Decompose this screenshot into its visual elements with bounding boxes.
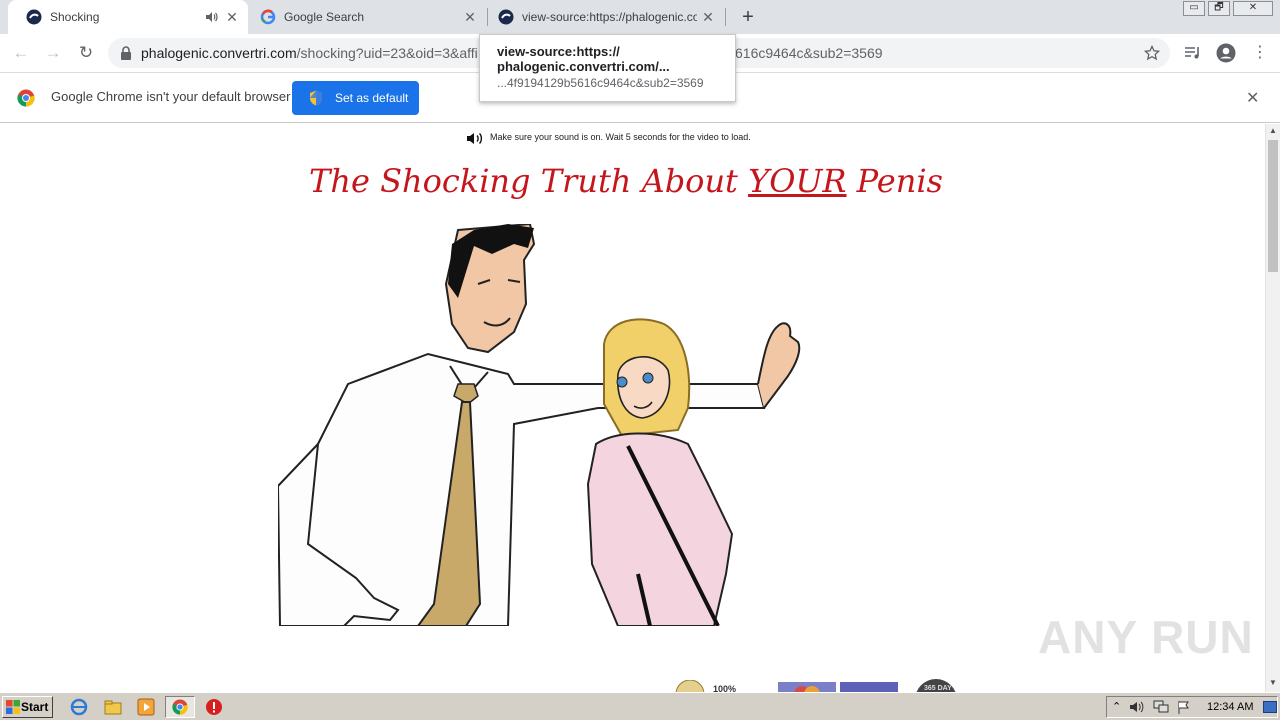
volume-icon[interactable] (1129, 700, 1145, 714)
site-favicon-icon (498, 9, 514, 25)
audio-playing-icon[interactable] (204, 10, 218, 24)
tooltip-line-3: ...4f9194129b5616c9464c&sub2=3569 (497, 76, 704, 90)
woman-figure (586, 318, 734, 626)
scroll-down-arrow-icon[interactable]: ▼ (1269, 678, 1277, 687)
media-control-icon[interactable] (1184, 45, 1202, 61)
page-scrollbar[interactable]: ▲ ▼ (1265, 124, 1280, 692)
guarantee-seal-icon (675, 680, 705, 692)
file-explorer-icon[interactable] (104, 698, 122, 716)
site-favicon-icon (26, 9, 42, 25)
tab-hover-tooltip: view-source:https:// phalogenic.convertr… (479, 34, 736, 102)
tab-title: view-source:https://phalogenic.conv (522, 10, 697, 24)
tab-shocking[interactable]: Shocking ✕ (8, 0, 248, 34)
forward-arrow-icon[interactable]: → (42, 42, 64, 64)
headline-end: Penis (846, 162, 943, 200)
tab-title: Google Search (284, 10, 365, 24)
internet-explorer-icon[interactable] (70, 698, 88, 716)
infobar-message: Google Chrome isn't your default browser (51, 89, 291, 104)
set-as-default-button[interactable]: Set as default (292, 81, 419, 115)
close-window-button[interactable]: ✕ (1233, 1, 1273, 16)
tab-view-source[interactable]: view-source:https://phalogenic.conv ✕ (488, 0, 724, 34)
tab-close-icon[interactable]: ✕ (224, 9, 240, 25)
action-center-flag-icon[interactable] (1177, 700, 1191, 714)
lock-icon[interactable] (120, 46, 132, 60)
tab-close-icon[interactable]: ✕ (700, 9, 716, 25)
windows-logo-icon (6, 700, 20, 714)
windows-taskbar: Start ⌃ 12:34 AM (0, 692, 1280, 720)
money-back-text: 365 DAY (924, 685, 952, 692)
restore-button[interactable]: 🗗 (1208, 1, 1230, 16)
set-as-default-label: Set as default (335, 91, 409, 105)
url-text: phalogenic.convertri.com/shocking?uid=23… (141, 45, 478, 61)
media-player-icon[interactable] (137, 698, 155, 716)
menu-dots-icon[interactable]: ⋮ (1249, 42, 1271, 64)
url-tail: 616c9464c&sub2=3569 (735, 45, 883, 61)
tray-expand-icon[interactable]: ⌃ (1112, 700, 1121, 713)
new-tab-button[interactable]: + (738, 7, 758, 27)
tab-strip: Shocking ✕ Google Search ✕ view-source:h… (0, 0, 1280, 34)
chrome-logo-icon (17, 89, 35, 107)
chrome-taskbar-button[interactable] (165, 696, 195, 718)
guarantee-text: 100% (713, 684, 737, 692)
show-desktop-icon[interactable] (1263, 701, 1277, 713)
system-tray: ⌃ 12:34 AM (1106, 696, 1278, 718)
tab-close-icon[interactable]: ✕ (462, 9, 478, 25)
start-button[interactable]: Start (2, 696, 53, 718)
tab-separator (725, 8, 726, 26)
tooltip-line-1: view-source:https:// (497, 44, 620, 59)
tab-google-search[interactable]: Google Search ✕ (250, 0, 486, 34)
scroll-up-arrow-icon[interactable]: ▲ (1269, 126, 1277, 135)
headline-emphasis: YOUR (748, 162, 847, 200)
scroll-thumb[interactable] (1268, 140, 1278, 272)
infobar-close-icon[interactable]: ✕ (1246, 88, 1259, 108)
web-page: Make sure your sound is on. Wait 5 secon… (0, 124, 1265, 692)
clock[interactable]: 12:34 AM (1207, 701, 1253, 713)
headline-start: The Shocking Truth About (309, 162, 749, 200)
url-host: phalogenic.convertri.com (141, 45, 297, 61)
anyrun-watermark: ANY RUN (1038, 611, 1254, 663)
back-arrow-icon[interactable]: ← (10, 42, 32, 64)
tab-title: Shocking (50, 10, 100, 24)
page-headline: The Shocking Truth About YOUR Penis (0, 162, 1252, 200)
video-illustration[interactable] (278, 224, 808, 626)
google-favicon-icon (260, 9, 276, 25)
url-path: /shocking?uid=23&oid=3&affi (296, 45, 478, 61)
reload-icon[interactable]: ↻ (75, 42, 97, 64)
speaker-icon (467, 133, 483, 144)
tooltip-line-2: phalogenic.convertri.com/... (497, 59, 670, 74)
payment-cards-icon (778, 682, 898, 692)
uac-shield-icon (310, 90, 322, 106)
stop-alert-icon[interactable] (205, 698, 223, 716)
minimize-button[interactable]: ▭ (1183, 1, 1205, 16)
profile-avatar-icon[interactable] (1216, 43, 1236, 63)
bookmark-star-icon[interactable] (1144, 45, 1160, 61)
network-icon[interactable] (1153, 700, 1169, 714)
chrome-icon (172, 699, 188, 715)
start-label: Start (21, 700, 49, 714)
sound-note: Make sure your sound is on. Wait 5 secon… (490, 132, 751, 142)
